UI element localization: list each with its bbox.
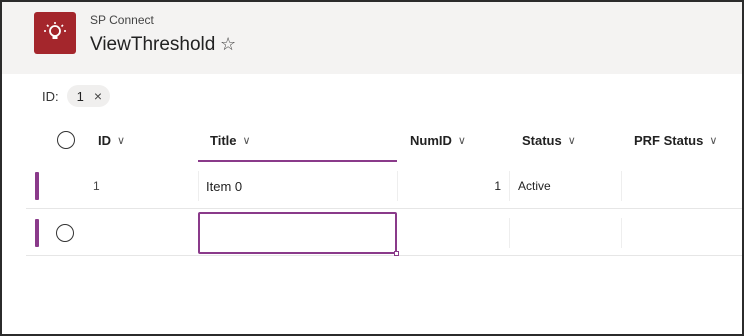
column-header-label: Title <box>210 132 237 148</box>
column-header-label: PRF Status <box>634 132 704 148</box>
favorite-star-icon[interactable]: ☆ <box>220 34 236 55</box>
grid-header: ID ∨ Title ∨ NumID ∨ Status ∨ PRF Status… <box>26 118 742 162</box>
chevron-down-icon: ∨ <box>567 134 576 147</box>
page-header: SP Connect ViewThreshold ☆ <box>2 2 742 74</box>
title-edit-field[interactable] <box>198 212 399 256</box>
column-header-numid[interactable]: NumID ∨ <box>410 118 466 162</box>
app-window: SP Connect ViewThreshold ☆ ID: 1 × ID ∨ … <box>0 0 744 336</box>
column-header-id[interactable]: ID ∨ <box>98 118 125 162</box>
active-column-indicator <box>198 160 397 162</box>
page-title: ViewThreshold <box>90 34 216 55</box>
filter-label: ID: <box>42 88 59 104</box>
app-icon[interactable] <box>34 12 76 54</box>
cell-status[interactable]: Active <box>518 163 551 209</box>
column-header-label: ID <box>98 132 111 148</box>
row-indicator <box>35 219 39 247</box>
column-header-status[interactable]: Status ∨ <box>522 118 576 162</box>
close-icon[interactable]: × <box>94 88 102 104</box>
list-content: ID: 1 × ID ∨ Title ∨ NumID ∨ Status ∨ PR… <box>26 74 742 334</box>
filter-bar: ID: 1 × <box>42 85 111 107</box>
row-indicator <box>35 172 39 200</box>
cell-id[interactable]: 1 <box>93 163 100 209</box>
column-divider <box>509 171 510 201</box>
column-header-label: NumID <box>410 132 452 148</box>
new-item-row[interactable] <box>26 210 742 256</box>
row-select-checkbox[interactable] <box>56 210 74 256</box>
column-divider <box>198 171 199 201</box>
column-header-label: Status <box>522 132 562 148</box>
filter-value: 1 <box>76 88 84 104</box>
column-header-prf-status[interactable]: PRF Status ∨ <box>634 118 717 162</box>
fill-handle[interactable] <box>394 251 399 256</box>
chevron-down-icon: ∨ <box>117 134 126 147</box>
cell-title[interactable]: Item 0 <box>206 163 242 209</box>
lightbulb-icon <box>44 22 66 39</box>
column-divider <box>621 218 622 248</box>
chevron-down-icon: ∨ <box>457 134 466 147</box>
chevron-down-icon: ∨ <box>709 134 718 147</box>
chevron-down-icon: ∨ <box>242 134 251 147</box>
select-all-checkbox[interactable] <box>57 118 75 162</box>
filter-pill[interactable]: 1 × <box>66 85 111 107</box>
column-divider <box>509 218 510 248</box>
column-divider <box>621 171 622 201</box>
cell-numid[interactable]: 1 <box>398 163 501 209</box>
site-name[interactable]: SP Connect <box>90 13 154 27</box>
table-row[interactable]: 1 Item 0 1 Active <box>26 163 742 209</box>
column-header-title[interactable]: Title ∨ <box>210 118 251 162</box>
